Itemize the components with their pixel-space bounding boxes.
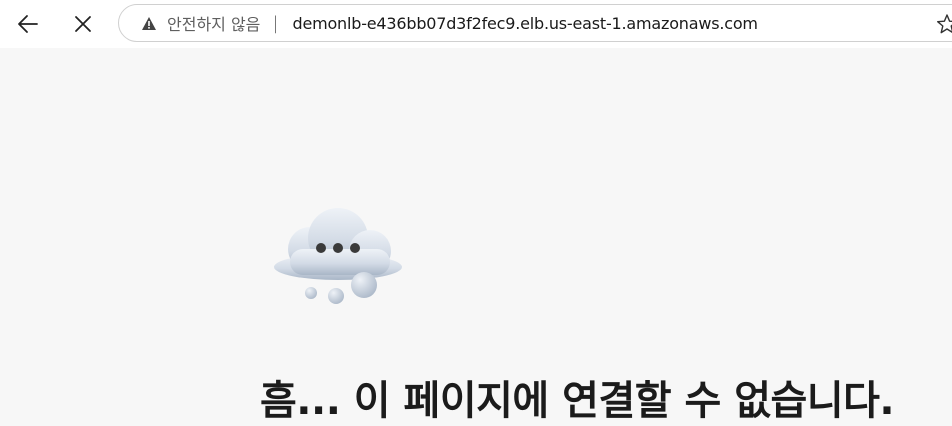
rain-drop (305, 287, 317, 299)
warning-triangle-icon[interactable] (141, 15, 157, 31)
arrow-left-icon (18, 15, 38, 33)
stop-button[interactable] (65, 6, 101, 42)
address-bar[interactable]: 안전하지 않음 | demonlb-e436bb07d3f2fec9.elb.u… (118, 4, 952, 42)
loading-dot (333, 243, 343, 253)
cloud-with-dots-icon (274, 208, 402, 304)
rain-drop (328, 288, 344, 304)
address-separator: | (272, 12, 279, 34)
rain-drop (351, 272, 377, 298)
url-text[interactable]: demonlb-e436bb07d3f2fec9.elb.us-east-1.a… (292, 14, 758, 33)
browser-toolbar: 안전하지 않음 | demonlb-e436bb07d3f2fec9.elb.u… (0, 0, 952, 48)
back-button[interactable] (10, 6, 46, 42)
security-status-label[interactable]: 안전하지 않음 (167, 11, 260, 35)
loading-dot (316, 243, 326, 253)
star-outline-icon[interactable] (936, 13, 952, 35)
close-icon (75, 16, 91, 32)
error-title: 흠... 이 페이지에 연결할 수 없습니다. (260, 378, 895, 424)
loading-dot (350, 243, 360, 253)
